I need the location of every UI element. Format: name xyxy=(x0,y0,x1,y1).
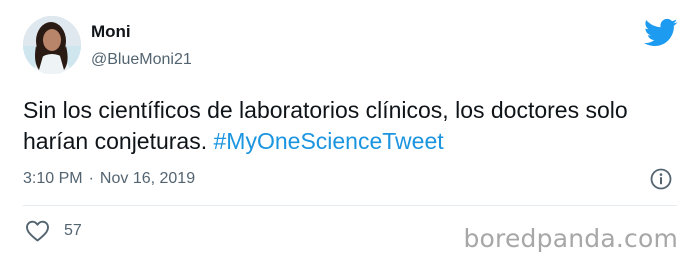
tweet-time: 3:10 PM xyxy=(23,170,83,187)
avatar-image xyxy=(23,16,81,74)
heart-icon[interactable] xyxy=(25,220,50,242)
tweet-card: Moni @BlueMoni21 Sin los científicos de … xyxy=(0,0,700,257)
display-name[interactable]: Moni xyxy=(91,22,131,42)
info-icon[interactable] xyxy=(650,168,672,190)
tweet-text: Sin los científicos de laboratorios clín… xyxy=(23,95,683,157)
twitter-bird-icon[interactable] xyxy=(644,18,678,48)
hashtag-link[interactable]: #MyOneScienceTweet xyxy=(214,128,444,154)
tweet-date: Nov 16, 2019 xyxy=(99,170,196,187)
user-handle[interactable]: @BlueMoni21 xyxy=(91,51,192,69)
timestamp-separator: · xyxy=(88,170,94,187)
avatar[interactable] xyxy=(23,16,81,74)
divider xyxy=(23,205,677,206)
watermark: boredpanda.com xyxy=(463,224,678,253)
like-count: 57 xyxy=(64,222,82,239)
timestamp[interactable]: 3:10 PM · Nov 16, 2019 xyxy=(23,170,195,188)
